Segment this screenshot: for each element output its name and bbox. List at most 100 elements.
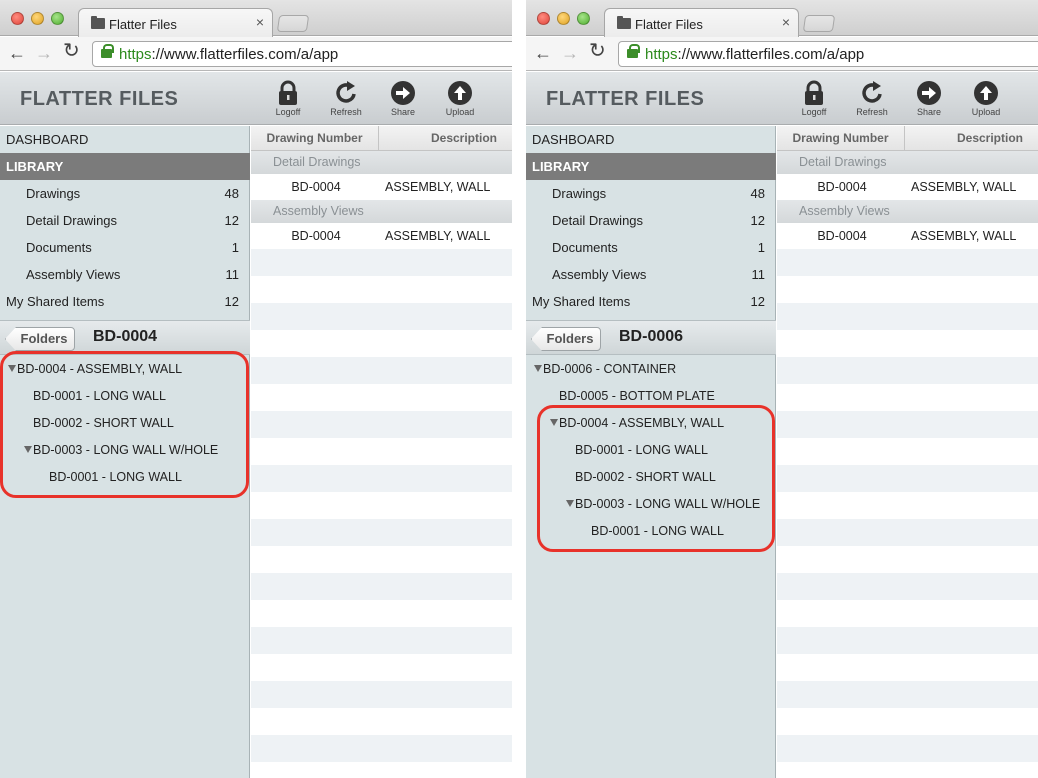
forward-arrow-icon[interactable]: → — [35, 42, 53, 64]
app-header: FLATTER FILES Logoff Refresh Share Uploa… — [0, 72, 512, 125]
refresh-label: Refresh — [330, 107, 362, 117]
reload-icon[interactable]: ↻ — [589, 40, 606, 62]
logoff-label: Logoff — [275, 107, 301, 117]
table-row[interactable]: BD-0004 ASSEMBLY, WALL — [251, 174, 512, 200]
sidebar-item-drawings[interactable]: Drawings 48 — [0, 180, 250, 207]
panel-divider — [512, 0, 526, 778]
folder-icon — [91, 16, 105, 29]
drawing-list: Drawing Number Description Detail Drawin… — [251, 126, 512, 778]
folders-back-button[interactable]: Folders — [5, 327, 75, 351]
share-label: Share — [916, 107, 942, 117]
tree-node-label: BD-0002 - SHORT WALL — [33, 416, 174, 430]
upload-button[interactable]: Upload — [435, 80, 485, 117]
expand-triangle-icon[interactable] — [534, 365, 542, 372]
share-icon — [917, 81, 941, 105]
address-bar[interactable]: https://www.flatterfiles.com/a/app — [92, 41, 512, 67]
sidebar-item-label: Detail Drawings — [552, 213, 644, 228]
empty-row — [251, 519, 512, 546]
sidebar-item-detail-drawings[interactable]: Detail Drawings 12 — [526, 207, 776, 234]
sidebar-section-library[interactable]: LIBRARY — [0, 153, 250, 180]
expand-triangle-icon[interactable] — [24, 446, 32, 453]
tree-node[interactable]: BD-0001 - LONG WALL — [33, 383, 166, 410]
column-header-description[interactable]: Description — [906, 126, 1038, 150]
column-headers: Drawing Number Description — [251, 126, 512, 151]
window-maximize-icon[interactable] — [577, 12, 590, 25]
tree-node[interactable]: BD-0006 - CONTAINER — [534, 356, 676, 383]
table-row[interactable]: BD-0004 ASSEMBLY, WALL — [777, 174, 1038, 200]
browser-tab[interactable]: Flatter Files × — [604, 8, 799, 37]
tree-node[interactable]: BD-0002 - SHORT WALL — [575, 464, 716, 491]
column-header-drawing-number[interactable]: Drawing Number — [251, 126, 379, 150]
empty-row — [251, 384, 512, 411]
expand-triangle-icon[interactable] — [550, 419, 558, 426]
sidebar-section-library[interactable]: LIBRARY — [526, 153, 776, 180]
share-button[interactable]: Share — [904, 80, 954, 117]
upload-button[interactable]: Upload — [961, 80, 1011, 117]
address-bar[interactable]: https://www.flatterfiles.com/a/app — [618, 41, 1038, 67]
close-tab-icon[interactable]: × — [256, 14, 264, 30]
folders-back-button[interactable]: Folders — [531, 327, 601, 351]
sidebar-item-assembly-views[interactable]: Assembly Views 11 — [526, 261, 776, 288]
column-header-drawing-number[interactable]: Drawing Number — [777, 126, 905, 150]
expand-triangle-icon[interactable] — [566, 500, 574, 507]
browser-tab[interactable]: Flatter Files × — [78, 8, 273, 37]
tree-node[interactable]: BD-0005 - BOTTOM PLATE — [559, 383, 715, 410]
sidebar-item-documents[interactable]: Documents 1 — [0, 234, 250, 261]
expand-triangle-icon[interactable] — [8, 365, 16, 372]
window-minimize-icon[interactable] — [31, 12, 44, 25]
item-count: 12 — [750, 294, 765, 309]
group-header: Assembly Views — [251, 200, 512, 223]
app-header: FLATTER FILES Logoff Refresh Share Uploa… — [526, 72, 1038, 125]
table-row[interactable]: BD-0004 ASSEMBLY, WALL — [777, 223, 1038, 249]
sidebar-item-documents[interactable]: Documents 1 — [526, 234, 776, 261]
sidebar: DASHBOARD LIBRARY Drawings 48 Detail Draw… — [0, 126, 250, 778]
window-close-icon[interactable] — [11, 12, 24, 25]
sidebar-item-dashboard[interactable]: DASHBOARD — [0, 126, 250, 153]
tree-node[interactable]: BD-0001 - LONG WALL — [49, 464, 182, 491]
sidebar-item-detail-drawings[interactable]: Detail Drawings 12 — [0, 207, 250, 234]
lock-icon — [805, 80, 823, 105]
upload-icon — [974, 81, 998, 105]
table-row[interactable]: BD-0004 ASSEMBLY, WALL — [251, 223, 512, 249]
reload-icon[interactable]: ↻ — [63, 40, 80, 62]
column-header-description[interactable]: Description — [380, 126, 512, 150]
item-count: 1 — [231, 240, 239, 255]
tree-node[interactable]: BD-0002 - SHORT WALL — [33, 410, 174, 437]
window-close-icon[interactable] — [537, 12, 550, 25]
tree-node-label: BD-0001 - LONG WALL — [49, 470, 182, 484]
empty-row — [251, 357, 512, 384]
share-button[interactable]: Share — [378, 80, 428, 117]
sidebar-item-shared[interactable]: My Shared Items 12 — [526, 288, 776, 315]
empty-row — [777, 573, 1038, 600]
sidebar-item-label: Assembly Views — [552, 267, 647, 282]
window-maximize-icon[interactable] — [51, 12, 64, 25]
sidebar: DASHBOARD LIBRARY Drawings 48 Detail Draw… — [526, 126, 776, 778]
tree-node[interactable]: BD-0001 - LONG WALL — [591, 518, 724, 545]
sidebar-item-assembly-views[interactable]: Assembly Views 11 — [0, 261, 250, 288]
tree-node[interactable]: BD-0003 - LONG WALL W/HOLE — [24, 437, 218, 464]
tree-node[interactable]: BD-0001 - LONG WALL — [575, 437, 708, 464]
close-tab-icon[interactable]: × — [782, 14, 790, 30]
tree-node[interactable]: BD-0004 - ASSEMBLY, WALL — [8, 356, 182, 383]
lock-icon — [627, 44, 640, 58]
url-text[interactable]: https://www.flatterfiles.com/a/app — [119, 46, 338, 63]
logoff-button[interactable]: Logoff — [263, 80, 313, 117]
url-text[interactable]: https://www.flatterfiles.com/a/app — [645, 46, 864, 63]
group-header: Detail Drawings — [777, 151, 1038, 174]
back-arrow-icon[interactable]: ← — [534, 42, 552, 64]
new-tab-button[interactable] — [802, 15, 836, 32]
sidebar-item-drawings[interactable]: Drawings 48 — [526, 180, 776, 207]
empty-row — [777, 492, 1038, 519]
refresh-button[interactable]: Refresh — [847, 80, 897, 117]
tree-node[interactable]: BD-0003 - LONG WALL W/HOLE — [566, 491, 760, 518]
new-tab-button[interactable] — [276, 15, 310, 32]
tree-node[interactable]: BD-0004 - ASSEMBLY, WALL — [550, 410, 724, 437]
sidebar-item-shared[interactable]: My Shared Items 12 — [0, 288, 250, 315]
sidebar-item-dashboard[interactable]: DASHBOARD — [526, 126, 776, 153]
forward-arrow-icon[interactable]: → — [561, 42, 579, 64]
window-minimize-icon[interactable] — [557, 12, 570, 25]
back-arrow-icon[interactable]: ← — [8, 42, 26, 64]
logoff-button[interactable]: Logoff — [789, 80, 839, 117]
empty-row — [777, 708, 1038, 735]
refresh-button[interactable]: Refresh — [321, 80, 371, 117]
